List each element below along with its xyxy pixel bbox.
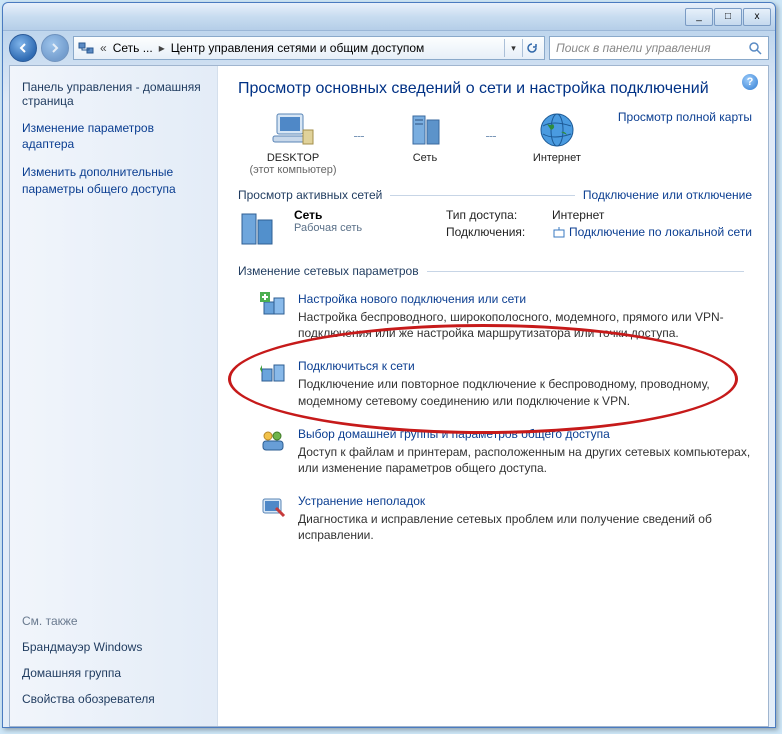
computer-icon [271,110,315,150]
minimize-button[interactable]: _ [685,8,713,26]
address-dropdown-button[interactable]: ▾ [504,39,522,57]
task-desc: Подключение или повторное подключение к … [298,376,752,408]
task-desc: Диагностика и исправление сетевых пробле… [298,511,752,543]
group-title: Просмотр активных сетей [238,188,382,202]
sidebar-link-internet-options[interactable]: Свойства обозревателя [22,692,205,706]
group-title: Изменение сетевых параметров [238,264,419,278]
breadcrumb-network[interactable]: Сеть ... [113,41,153,55]
view-full-map-link[interactable]: Просмотр полной карты [618,110,752,124]
sidebar-home-link[interactable]: Панель управления - домашняя страница [22,80,205,108]
task-title[interactable]: Устранение неполадок [298,494,425,508]
titlebar: _ □ x [3,3,775,31]
task-new-connection[interactable]: Настройка нового подключения или сети На… [260,292,752,341]
connect-network-icon [260,359,286,385]
active-networks-header: Просмотр активных сетей Подключение или … [238,188,752,202]
active-network-item: Сеть Рабочая сеть Тип доступа: Интернет П… [238,208,752,250]
lan-icon [552,226,566,240]
task-title[interactable]: Подключиться к сети [298,359,415,373]
task-troubleshoot[interactable]: Устранение неполадок Диагностика и испра… [260,494,752,543]
homegroup-icon [260,427,286,453]
connect-disconnect-link[interactable]: Подключение или отключение [583,188,752,202]
help-button[interactable]: ? [742,74,758,90]
task-connect-network[interactable]: Подключиться к сети Подключение или повт… [260,359,752,408]
sidebar-link-homegroup[interactable]: Домашняя группа [22,666,205,680]
sidebar-link-firewall[interactable]: Брандмауэр Windows [22,640,205,654]
main-panel: ? Просмотр основных сведений о сети и на… [218,66,768,726]
task-desc: Доступ к файлам и принтерам, расположенн… [298,444,752,476]
node-network[interactable]: Сеть [370,110,480,164]
back-button[interactable] [9,34,37,62]
content-body: Панель управления - домашняя страница Из… [9,65,769,727]
see-also-heading: См. также [22,614,205,628]
maximize-button[interactable]: □ [714,8,742,26]
search-input[interactable]: Поиск в панели управления [549,36,769,60]
node-label: Интернет [533,152,581,164]
globe-icon [535,110,579,150]
search-icon [748,41,762,55]
search-placeholder: Поиск в панели управления [556,41,711,55]
troubleshoot-icon [260,494,286,520]
breadcrumb-center[interactable]: Центр управления сетями и общим доступом [171,41,425,55]
detail-key-access: Тип доступа: [446,208,546,222]
connection-line [354,136,364,137]
task-homegroup-sharing[interactable]: Выбор домашней группы и параметров общег… [260,427,752,476]
network-name: Сеть [294,208,362,222]
task-title[interactable]: Выбор домашней группы и параметров общег… [298,427,610,441]
network-node-icon [403,110,447,150]
network-type-link[interactable]: Рабочая сеть [294,222,362,234]
node-sublabel: (этот компьютер) [249,164,336,176]
new-connection-icon [260,292,286,318]
address-bar[interactable]: « Сеть ... ▸ Центр управления сетями и о… [73,36,545,60]
breadcrumb-arrow-icon: ▸ [157,41,167,55]
network-map: DESKTOP (этот компьютер) Сеть Интернет П… [238,110,752,176]
node-label: Сеть [413,152,437,164]
forward-button[interactable] [41,34,69,62]
sidebar: Панель управления - домашняя страница Из… [10,66,218,726]
network-category-icon [238,208,280,250]
breadcrumb-sep: « [98,41,109,55]
window-frame: _ □ x « Сеть ... ▸ Центр управления сетя… [2,2,776,728]
sidebar-link-sharing-settings[interactable]: Изменить дополнительные параметры общего… [22,164,205,196]
network-details: Тип доступа: Интернет Подключения: Подклю… [446,208,752,243]
node-this-computer[interactable]: DESKTOP (этот компьютер) [238,110,348,176]
connection-line [486,136,496,137]
node-label: DESKTOP [267,152,319,164]
change-settings-header: Изменение сетевых параметров [238,264,752,278]
network-icon [78,40,94,56]
refresh-button[interactable] [522,39,540,57]
sidebar-link-adapter-settings[interactable]: Изменение параметров адаптера [22,120,205,152]
nav-toolbar: « Сеть ... ▸ Центр управления сетями и о… [3,31,775,65]
detail-val-access: Интернет [552,208,604,222]
close-button[interactable]: x [743,8,771,26]
task-desc: Настройка беспроводного, широкополосного… [298,309,752,341]
node-internet[interactable]: Интернет [502,110,612,164]
detail-key-connections: Подключения: [446,225,546,240]
connection-link[interactable]: Подключение по локальной сети [552,225,752,240]
page-title: Просмотр основных сведений о сети и наст… [238,80,752,98]
task-title[interactable]: Настройка нового подключения или сети [298,292,526,306]
